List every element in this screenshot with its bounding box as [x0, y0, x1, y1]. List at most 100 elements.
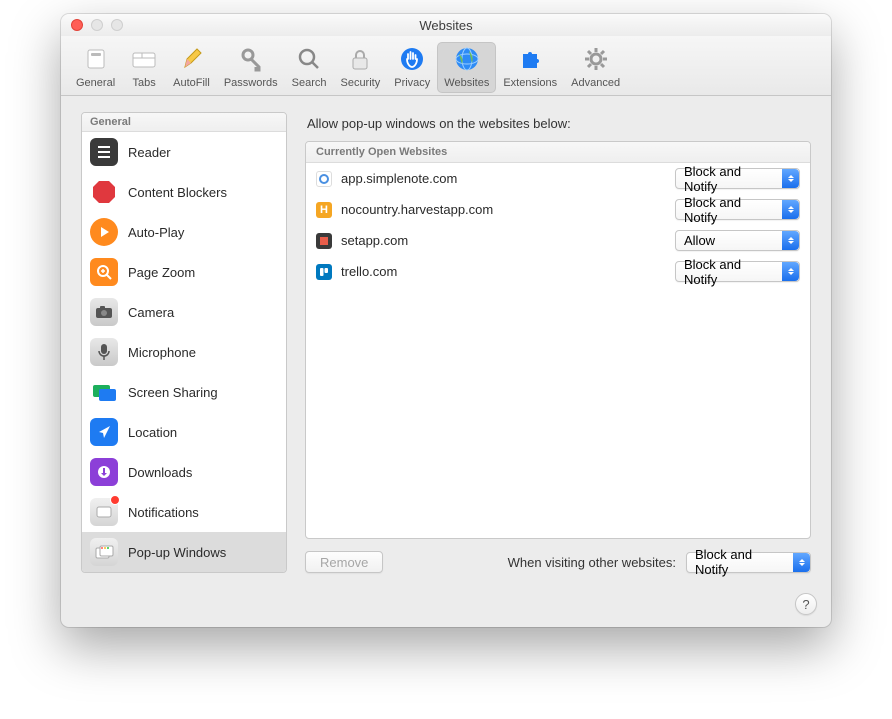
help-area: ? [61, 593, 831, 627]
default-policy-value: Block and Notify [695, 547, 788, 577]
remove-label: Remove [320, 555, 368, 570]
sidebar-item-label: Page Zoom [128, 265, 195, 280]
location-icon [90, 418, 118, 446]
help-button[interactable]: ? [795, 593, 817, 615]
policy-value: Block and Notify [684, 257, 777, 287]
favicon-icon [316, 171, 332, 187]
default-policy-select[interactable]: Block and Notify [686, 552, 811, 573]
favicon-icon [316, 233, 332, 249]
sidebar-header: General [82, 113, 286, 132]
content: General Reader Content Blockers Auto-Pla… [61, 96, 831, 593]
toolbar-privacy[interactable]: Privacy [387, 42, 437, 93]
toolbar: General Tabs AutoFill Passwords Search [61, 36, 831, 96]
sidebar-item-label: Downloads [128, 465, 192, 480]
toolbar-label: Privacy [394, 77, 430, 89]
toolbar-general[interactable]: General [69, 42, 122, 93]
website-domain: setapp.com [341, 233, 666, 248]
puzzle-icon [515, 44, 545, 74]
toolbar-websites[interactable]: Websites [437, 42, 496, 93]
toolbar-label: Tabs [133, 77, 156, 89]
policy-value: Block and Notify [684, 195, 777, 225]
sidebar-item-reader[interactable]: Reader [82, 132, 286, 172]
website-row[interactable]: H nocountry.harvestapp.com Block and Not… [306, 194, 810, 225]
reader-icon [90, 138, 118, 166]
sidebar-item-screensharing[interactable]: Screen Sharing [82, 372, 286, 412]
sidebar-item-label: Notifications [128, 505, 199, 520]
toolbar-passwords[interactable]: Passwords [217, 42, 285, 93]
list-header: Currently Open Websites [306, 142, 810, 163]
tabs-icon [129, 44, 159, 74]
website-row[interactable]: trello.com Block and Notify [306, 256, 810, 287]
toolbar-autofill[interactable]: AutoFill [166, 42, 217, 93]
website-row[interactable]: app.simplenote.com Block and Notify [306, 163, 810, 194]
sidebar-item-label: Camera [128, 305, 174, 320]
sidebar-item-label: Content Blockers [128, 185, 227, 200]
toolbar-label: Websites [444, 77, 489, 89]
globe-icon [452, 44, 482, 74]
sidebar-item-camera[interactable]: Camera [82, 292, 286, 332]
sidebar-item-location[interactable]: Location [82, 412, 286, 452]
sidebar-item-notifications[interactable]: Notifications [82, 492, 286, 532]
policy-select[interactable]: Block and Notify [675, 168, 800, 189]
main-panel: Allow pop-up windows on the websites bel… [305, 112, 811, 573]
badge-icon [110, 495, 120, 505]
sidebar-item-label: Pop-up Windows [128, 545, 226, 560]
sidebar-item-label: Screen Sharing [128, 385, 218, 400]
play-icon [90, 218, 118, 246]
policy-select[interactable]: Block and Notify [675, 199, 800, 220]
key-icon [236, 44, 266, 74]
sidebar-item-label: Location [128, 425, 177, 440]
toolbar-label: Advanced [571, 77, 620, 89]
titlebar: Websites [61, 14, 831, 36]
stop-icon [90, 178, 118, 206]
sidebar-item-microphone[interactable]: Microphone [82, 332, 286, 372]
website-domain: nocountry.harvestapp.com [341, 202, 666, 217]
hand-icon [397, 44, 427, 74]
remove-button[interactable]: Remove [305, 551, 383, 573]
toolbar-label: AutoFill [173, 77, 210, 89]
toolbar-label: General [76, 77, 115, 89]
policy-value: Allow [684, 233, 715, 248]
footer-label: When visiting other websites: [508, 555, 676, 570]
policy-value: Block and Notify [684, 164, 777, 194]
zoom-icon [90, 258, 118, 286]
policy-select[interactable]: Block and Notify [675, 261, 800, 282]
search-icon [294, 44, 324, 74]
sidebar-item-label: Microphone [128, 345, 196, 360]
toolbar-advanced[interactable]: Advanced [564, 42, 627, 93]
sidebar-item-autoplay[interactable]: Auto-Play [82, 212, 286, 252]
window-title: Websites [61, 18, 831, 33]
bottom-bar: Remove When visiting other websites: Blo… [305, 551, 811, 573]
website-domain: app.simplenote.com [341, 171, 666, 186]
favicon-icon [316, 264, 332, 280]
chevron-updown-icon [782, 231, 799, 250]
toolbar-tabs[interactable]: Tabs [122, 42, 166, 93]
sidebar-item-contentblockers[interactable]: Content Blockers [82, 172, 286, 212]
website-row[interactable]: setapp.com Allow [306, 225, 810, 256]
question-icon: ? [802, 597, 809, 612]
policy-select[interactable]: Allow [675, 230, 800, 251]
toolbar-label: Passwords [224, 77, 278, 89]
sidebar-item-pagezoom[interactable]: Page Zoom [82, 252, 286, 292]
toolbar-search[interactable]: Search [285, 42, 334, 93]
screens-icon [90, 378, 118, 406]
toolbar-security[interactable]: Security [333, 42, 387, 93]
chevron-updown-icon [782, 200, 799, 219]
sidebar-item-downloads[interactable]: Downloads [82, 452, 286, 492]
sidebar-item-popupwindows[interactable]: Pop-up Windows [82, 532, 286, 572]
favicon-icon: H [316, 202, 332, 218]
website-domain: trello.com [341, 264, 666, 279]
chevron-updown-icon [782, 262, 799, 281]
toolbar-label: Extensions [503, 77, 557, 89]
windows-icon [90, 538, 118, 566]
panel-heading: Allow pop-up windows on the websites bel… [307, 116, 811, 131]
toolbar-extensions[interactable]: Extensions [496, 42, 564, 93]
toolbar-label: Security [340, 77, 380, 89]
pencil-icon [176, 44, 206, 74]
sidebar-item-label: Auto-Play [128, 225, 184, 240]
toolbar-label: Search [292, 77, 327, 89]
lock-icon [345, 44, 375, 74]
microphone-icon [90, 338, 118, 366]
chevron-updown-icon [782, 169, 799, 188]
camera-icon [90, 298, 118, 326]
